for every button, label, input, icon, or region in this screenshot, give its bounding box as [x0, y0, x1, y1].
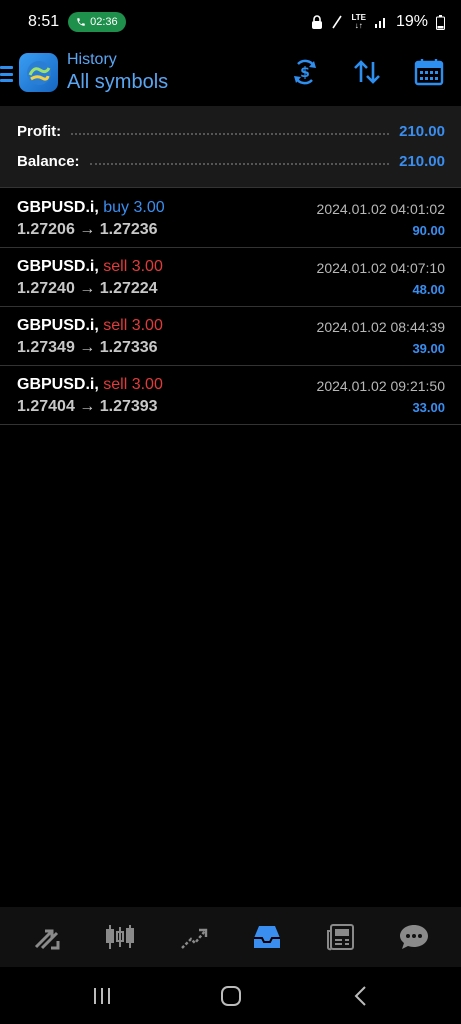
deal-prices: 1.27349 → 1.27336: [17, 339, 158, 356]
recents-icon[interactable]: [89, 983, 115, 1009]
deal-time: 2024.01.02 04:01:02: [316, 201, 445, 217]
phone-icon: [77, 18, 85, 26]
history-icon: [254, 926, 281, 948]
tab-history[interactable]: [245, 915, 289, 959]
network-type: LTE ↓↑: [351, 13, 366, 30]
deal-profit: 90.00: [412, 223, 445, 238]
news-icon: [326, 924, 354, 951]
deal-prices: 1.27240 → 1.27224: [17, 280, 158, 297]
deal-side: sell 3.00: [103, 376, 163, 393]
deal-symbol-line: GBPUSD.i, sell 3.00: [17, 376, 163, 394]
deal-time: 2024.01.02 09:21:50: [316, 378, 445, 394]
deal-row[interactable]: GBPUSD.i, sell 3.00 1.27240 → 1.27224 20…: [0, 248, 461, 307]
history-summary: Profit: 210.00 Balance: 210.00: [0, 106, 461, 188]
header-titles: History All symbols: [67, 51, 168, 94]
deal-symbol-line: GBPUSD.i, sell 3.00: [17, 317, 163, 335]
bottom-tab-bar: [0, 907, 461, 967]
profit-value: 210.00: [399, 122, 445, 140]
deal-profit: 39.00: [412, 341, 445, 356]
currency-exchange-icon[interactable]: $: [289, 56, 321, 88]
tab-trade[interactable]: [172, 915, 216, 959]
deal-symbol: GBPUSD.i,: [17, 376, 99, 393]
profit-row: Profit: 210.00: [17, 120, 445, 142]
tab-messages[interactable]: [392, 915, 436, 959]
battery-level: 19%: [395, 13, 428, 30]
svg-text:$: $: [300, 65, 310, 81]
lock-icon: [312, 15, 323, 29]
menu-icon[interactable]: [0, 66, 13, 82]
system-nav-bar: [0, 967, 461, 1024]
deal-symbol: GBPUSD.i,: [17, 317, 99, 334]
dotted-leader: [71, 133, 390, 135]
home-icon[interactable]: [218, 983, 244, 1009]
deal-row[interactable]: GBPUSD.i, sell 3.00 1.27349 → 1.27336 20…: [0, 307, 461, 366]
signal-icon: [374, 18, 385, 28]
deal-symbol: GBPUSD.i,: [17, 258, 99, 275]
metatrader-logo: [19, 53, 58, 92]
deal-symbol: GBPUSD.i,: [17, 199, 99, 216]
status-time: 8:51: [28, 13, 60, 30]
balance-value: 210.00: [399, 152, 445, 170]
deal-prices: 1.27206 → 1.27236: [17, 221, 158, 238]
messages-icon: [400, 925, 429, 949]
deal-time: 2024.01.02 04:07:10: [316, 260, 445, 276]
sort-icon[interactable]: [351, 56, 383, 88]
deal-side: buy 3.00: [103, 199, 165, 216]
quotes-icon: [34, 929, 60, 950]
chart-candles-icon: [106, 925, 135, 949]
tab-chart[interactable]: [98, 915, 142, 959]
deal-symbol-line: GBPUSD.i, buy 3.00: [17, 199, 165, 217]
page-subtitle: History: [67, 51, 117, 68]
deal-row[interactable]: GBPUSD.i, buy 3.00 1.27206 → 1.27236 202…: [0, 189, 461, 248]
tab-quotes[interactable]: [25, 915, 69, 959]
profit-label: Profit:: [17, 122, 62, 140]
balance-row: Balance: 210.00: [17, 150, 445, 172]
deal-side: sell 3.00: [103, 258, 163, 275]
trade-icon: [180, 928, 207, 949]
back-icon[interactable]: [348, 983, 374, 1009]
calendar-icon[interactable]: [413, 56, 445, 88]
deal-profit: 33.00: [412, 400, 445, 415]
status-bar: 8:51 02:36 LTE ↓↑ 19%: [0, 0, 461, 44]
battery-icon: [436, 14, 445, 30]
balance-label: Balance:: [17, 152, 80, 170]
deal-row[interactable]: GBPUSD.i, sell 3.00 1.27404 → 1.27393 20…: [0, 366, 461, 425]
call-indicator[interactable]: 02:36: [68, 12, 126, 32]
deal-prices: 1.27404 → 1.27393: [17, 398, 158, 415]
deal-side: sell 3.00: [103, 317, 163, 334]
mute-icon: [332, 15, 343, 29]
call-timer: 02:36: [90, 16, 118, 28]
app-header: History All symbols $: [0, 44, 461, 106]
deal-symbol-line: GBPUSD.i, sell 3.00: [17, 258, 163, 276]
tab-news[interactable]: [319, 915, 363, 959]
dotted-leader: [89, 163, 390, 165]
page-title[interactable]: All symbols: [67, 71, 168, 94]
deal-profit: 48.00: [412, 282, 445, 297]
deal-time: 2024.01.02 08:44:39: [316, 319, 445, 335]
